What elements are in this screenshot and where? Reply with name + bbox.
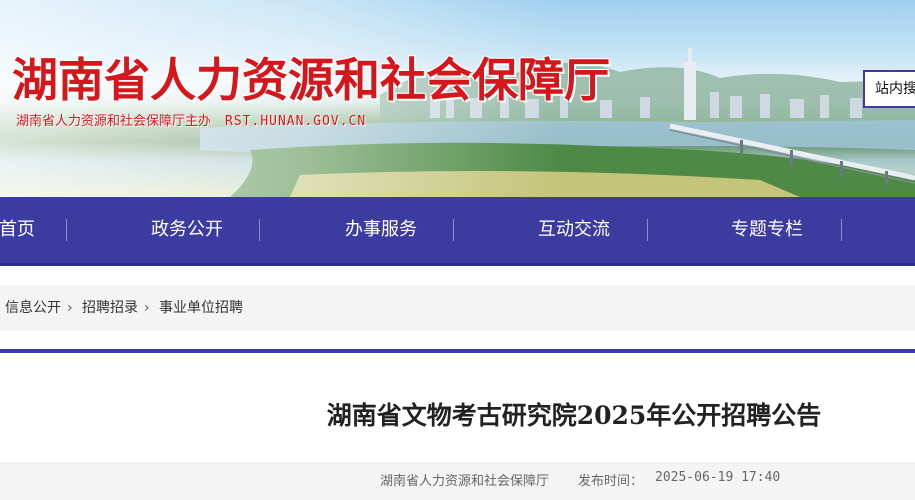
article-source: 湖南省人力资源和社会保障厅 [380,474,550,489]
article-title: 湖南省文物考古研究院2025年公开招聘公告 [326,401,822,430]
main-nav: 首页 政务公开 办事服务 互动交流 专题专栏 [0,197,915,266]
breadcrumb: 信息公开 › 招聘招录 › 事业单位招聘 [0,285,915,331]
breadcrumb-item-info-disclosure[interactable]: 信息公开 [5,285,61,331]
chevron-right-icon: › [67,300,73,316]
nav-divider [259,219,260,241]
nav-item-services[interactable]: 办事服务 [322,197,440,263]
nav-item-home[interactable]: 首页 [0,197,52,263]
content-top-rule [0,349,915,353]
nav-item-government-affairs[interactable]: 政务公开 [128,197,246,263]
sponsor-text: 湖南省人力资源和社会保障厅主办 [16,114,212,129]
nav-divider [66,219,67,241]
chevron-right-icon: › [144,300,150,316]
site-url: RST.HUNAN.GOV.CN [225,114,367,129]
site-search-button[interactable]: 站内搜 [863,70,915,108]
site-subtitle: 湖南省人力资源和社会保障厅主办 RST.HUNAN.GOV.CN [16,110,366,129]
breadcrumb-item-institution-recruitment[interactable]: 事业单位招聘 [159,285,243,331]
published-date: 2025-06-19 17:40 [655,470,781,485]
breadcrumb-item-recruitment[interactable]: 招聘招录 [82,285,138,331]
nav-item-interaction[interactable]: 互动交流 [515,197,633,263]
site-title[interactable]: 湖南省人力资源和社会保障厅 [12,44,610,110]
nav-divider [647,219,648,241]
nav-divider [841,219,842,241]
header-banner: 湖南省人力资源和社会保障厅 湖南省人力资源和社会保障厅主办 RST.HUNAN.G… [0,0,915,197]
nav-item-special-topics[interactable]: 专题专栏 [708,197,826,263]
published-label: 发布时间： [578,474,644,489]
nav-divider [453,219,454,241]
